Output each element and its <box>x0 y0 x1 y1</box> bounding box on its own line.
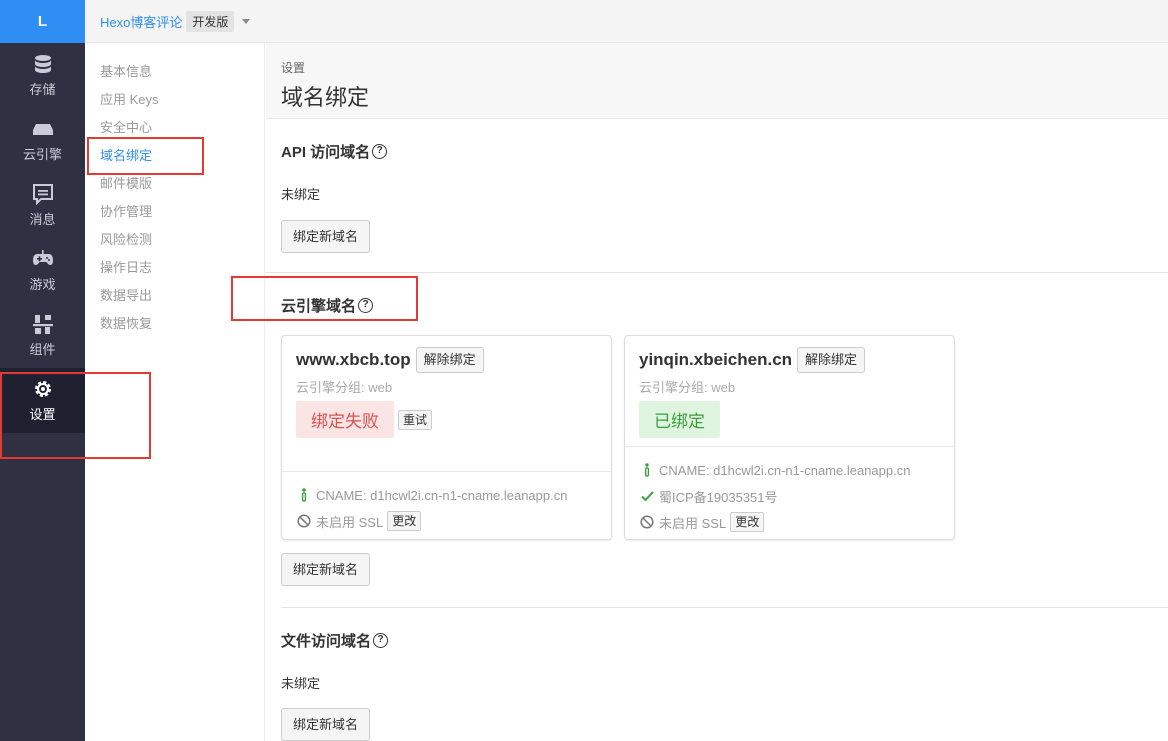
section-title-text: 文件访问域名 <box>281 633 372 650</box>
section-title: 云引擎域名 ? <box>281 295 1153 316</box>
nav-label: 存储 <box>29 82 56 97</box>
card-details: CNAME: d1hcwl2i.cn-n1-cname.leanapp.cn 蜀… <box>625 447 954 545</box>
submenu-item-data-export[interactable]: 数据导出 <box>85 282 264 310</box>
database-icon <box>34 55 51 73</box>
nav-item-settings[interactable]: 设置 <box>0 368 85 433</box>
change-ssl-button[interactable]: 更改 <box>387 511 422 531</box>
section-title: 文件访问域名 ? <box>281 630 1153 651</box>
nav-label: 云引擎 <box>22 147 62 162</box>
submenu-item-email-templates[interactable]: 邮件模版 <box>85 170 264 198</box>
nav-item-storage[interactable]: 存储 <box>0 43 85 108</box>
status-badge: 绑定失败 <box>296 401 394 438</box>
bind-new-domain-button[interactable]: 绑定新域名 <box>281 708 371 741</box>
components-icon <box>32 315 53 334</box>
gear-icon <box>34 381 51 397</box>
message-icon <box>32 184 53 205</box>
ban-icon <box>296 514 312 528</box>
env-badge[interactable]: 开发版 <box>186 10 235 32</box>
domain-name: yinqin.xbeichen.cn <box>639 350 793 369</box>
submenu-item-operation-logs[interactable]: 操作日志 <box>85 254 264 282</box>
nav-label: 游戏 <box>29 277 56 292</box>
chevron-down-icon[interactable] <box>242 18 251 24</box>
card-details: CNAME: d1hcwl2i.cn-n1-cname.leanapp.cn 未… <box>282 472 611 544</box>
icp-text: 蜀ICP备19035351号 <box>659 489 778 505</box>
binding-status: 未绑定 <box>281 187 321 202</box>
domain-name: www.xbcb.top <box>296 350 411 369</box>
nav-item-components[interactable]: 组件 <box>0 303 85 368</box>
status-badge: 已绑定 <box>639 401 720 438</box>
ssl-status: 未启用 SSL <box>316 514 384 530</box>
file-domain-section: 文件访问域名 ? 未绑定 绑定新域名 <box>266 608 1168 741</box>
binding-status: 未绑定 <box>281 676 321 691</box>
card-header: yinqin.xbeichen.cn 解除绑定 云引擎分组: web 已绑定 <box>625 336 954 447</box>
section-title: API 访问域名 ? <box>281 141 1153 162</box>
bind-new-domain-button[interactable]: 绑定新域名 <box>281 220 371 253</box>
nav-item-message[interactable]: 消息 <box>0 173 85 238</box>
nav-label: 设置 <box>29 407 56 422</box>
cname-text: CNAME: d1hcwl2i.cn-n1-cname.leanapp.cn <box>659 462 911 478</box>
info-icon <box>296 488 312 502</box>
nav-item-game[interactable]: 游戏 <box>0 238 85 303</box>
main-content: 设置 域名绑定 API 访问域名 ? 未绑定 绑定新域名 云引擎域名 ? www… <box>266 43 1168 741</box>
check-icon <box>639 490 655 502</box>
info-icon <box>639 463 655 477</box>
domain-card: yinqin.xbeichen.cn 解除绑定 云引擎分组: web 已绑定 C… <box>624 335 955 540</box>
server-icon <box>32 124 53 135</box>
section-title-text: API 访问域名 <box>281 144 371 161</box>
submenu-item-basic-info[interactable]: 基本信息 <box>85 58 264 86</box>
submenu-item-data-restore[interactable]: 数据恢复 <box>85 310 264 338</box>
engine-group: 云引擎分组: web <box>296 380 393 395</box>
page-header: 设置 域名绑定 <box>266 43 1168 119</box>
ban-icon <box>639 515 655 529</box>
unbind-button[interactable]: 解除绑定 <box>797 347 866 373</box>
gamepad-icon <box>32 250 53 265</box>
main-nav: L 存储 云引擎 消息 游戏 组件 设置 <box>0 0 85 741</box>
cname-text: CNAME: d1hcwl2i.cn-n1-cname.leanapp.cn <box>316 487 568 503</box>
domain-card: www.xbcb.top 解除绑定 云引擎分组: web 绑定失败 重试 CNA… <box>281 335 612 540</box>
help-icon[interactable]: ? <box>358 298 374 313</box>
ssl-status: 未启用 SSL <box>659 515 727 531</box>
engine-domain-section: 云引擎域名 ? www.xbcb.top 解除绑定 云引擎分组: web 绑定失… <box>266 273 1168 586</box>
submenu-item-app-keys[interactable]: 应用 Keys <box>85 86 264 114</box>
app-logo[interactable]: L <box>0 0 85 43</box>
help-icon[interactable]: ? <box>372 144 388 159</box>
submenu-item-security[interactable]: 安全中心 <box>85 114 264 142</box>
section-title-text: 云引擎域名 <box>281 298 357 315</box>
settings-submenu: 基本信息 应用 Keys 安全中心 域名绑定 邮件模版 协作管理 风险检测 操作… <box>85 43 265 741</box>
api-domain-section: API 访问域名 ? 未绑定 绑定新域名 <box>266 119 1168 253</box>
retry-button[interactable]: 重试 <box>398 409 433 430</box>
unbind-button[interactable]: 解除绑定 <box>415 347 484 373</box>
bind-new-domain-button[interactable]: 绑定新域名 <box>281 553 371 586</box>
submenu-item-risk-detection[interactable]: 风险检测 <box>85 226 264 254</box>
app-name[interactable]: Hexo博客评论 <box>100 12 182 31</box>
card-header: www.xbcb.top 解除绑定 云引擎分组: web 绑定失败 重试 <box>282 336 611 472</box>
nav-label: 组件 <box>29 342 56 357</box>
breadcrumb[interactable]: 设置 <box>281 59 1153 76</box>
help-icon[interactable]: ? <box>373 633 389 648</box>
nav-item-engine[interactable]: 云引擎 <box>0 108 85 173</box>
nav-label: 消息 <box>29 212 56 227</box>
page-title: 域名绑定 <box>281 85 370 110</box>
submenu-item-collaboration[interactable]: 协作管理 <box>85 198 264 226</box>
domain-cards: www.xbcb.top 解除绑定 云引擎分组: web 绑定失败 重试 CNA… <box>281 335 1153 540</box>
change-ssl-button[interactable]: 更改 <box>730 512 765 532</box>
top-bar: Hexo博客评论 开发版 <box>85 0 1168 43</box>
submenu-item-domain-binding[interactable]: 域名绑定 <box>85 142 264 170</box>
engine-group: 云引擎分组: web <box>639 380 736 395</box>
